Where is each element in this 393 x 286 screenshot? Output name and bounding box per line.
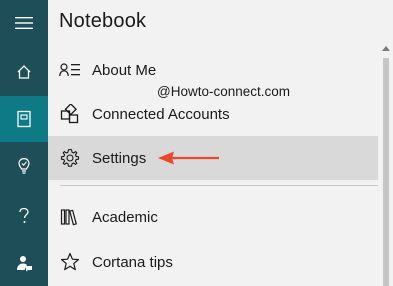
star-icon bbox=[60, 252, 80, 271]
help-button[interactable] bbox=[0, 193, 48, 239]
hamburger-menu-button[interactable] bbox=[0, 0, 48, 46]
reminders-button[interactable] bbox=[0, 143, 48, 189]
scroll-up-button[interactable] bbox=[382, 44, 390, 52]
menu-item-label: About Me bbox=[92, 61, 157, 79]
watermark-text: @Howto-connect.com bbox=[157, 84, 291, 99]
left-nav-rail bbox=[0, 0, 48, 286]
menu-item-label: Academic bbox=[92, 208, 158, 226]
notebook-icon bbox=[17, 110, 31, 128]
gear-icon bbox=[60, 148, 80, 167]
home-icon bbox=[17, 65, 31, 79]
home-button[interactable] bbox=[0, 49, 48, 95]
menu-item-academic[interactable]: Academic bbox=[48, 195, 378, 239]
about-me-icon bbox=[59, 63, 80, 77]
vertical-scrollbar[interactable] bbox=[381, 44, 391, 286]
menu-item-label: Connected Accounts bbox=[92, 105, 230, 123]
menu-item-label: Cortana tips bbox=[92, 253, 173, 271]
help-icon bbox=[19, 207, 29, 223]
chevron-up-icon bbox=[382, 46, 390, 51]
reminders-icon bbox=[18, 157, 30, 174]
feedback-icon bbox=[17, 256, 32, 272]
page-title: Notebook bbox=[59, 10, 147, 32]
books-icon bbox=[60, 209, 77, 226]
menu-item-cortana-tips[interactable]: Cortana tips bbox=[48, 240, 378, 284]
notebook-button[interactable] bbox=[0, 96, 48, 142]
hamburger-menu-icon bbox=[15, 17, 33, 29]
connected-accounts-icon bbox=[60, 104, 79, 124]
menu-divider bbox=[60, 185, 378, 186]
menu-item-label: Settings bbox=[92, 149, 147, 167]
notebook-panel: Notebook About Me Connected Accounts Set… bbox=[48, 0, 393, 286]
scrollbar-thumb[interactable] bbox=[383, 58, 389, 286]
feedback-button[interactable] bbox=[0, 240, 48, 286]
annotation-arrow-icon bbox=[158, 151, 219, 165]
